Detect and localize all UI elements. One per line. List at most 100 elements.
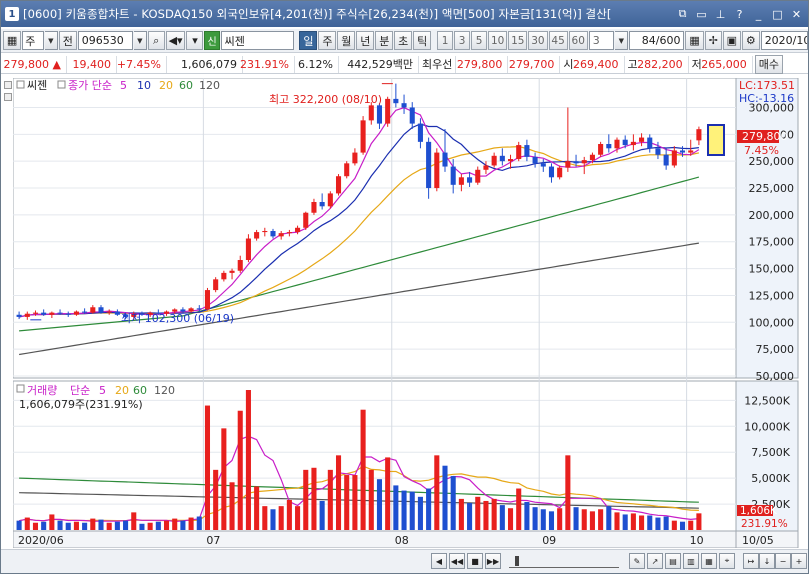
candle-body[interactable]: [286, 232, 292, 234]
candle-body[interactable]: [639, 137, 645, 142]
volume-bar[interactable]: [540, 509, 546, 530]
stock-name-field[interactable]: 씨젠: [220, 31, 294, 50]
candle-body[interactable]: [458, 177, 464, 185]
interval-button[interactable]: 1: [437, 31, 454, 50]
candle-body[interactable]: [106, 311, 112, 313]
interval-button[interactable]: 3: [454, 31, 471, 50]
candle-body[interactable]: [671, 150, 677, 166]
candle-body[interactable]: [204, 290, 211, 310]
candle-body[interactable]: [90, 307, 96, 313]
cursor-tool-icon[interactable]: ⌖: [719, 553, 735, 569]
volume-ma-prefix[interactable]: 단순: [70, 384, 90, 397]
volume-legend-name[interactable]: 거래량: [27, 384, 57, 397]
candle-body[interactable]: [376, 105, 383, 124]
volume-bar[interactable]: [188, 517, 194, 530]
candle-body[interactable]: [262, 231, 268, 233]
ma10-legend[interactable]: 10: [137, 79, 151, 92]
ma-legend-prefix[interactable]: 종가 단순: [68, 79, 112, 92]
volume-bar[interactable]: [548, 511, 555, 530]
layout-grid-icon[interactable]: ▦: [3, 31, 22, 50]
volume-bar[interactable]: [458, 498, 464, 530]
zoom-in-icon[interactable]: +: [791, 553, 807, 569]
vol-ma5-legend[interactable]: 5: [99, 384, 106, 397]
candle-body[interactable]: [565, 161, 571, 168]
fast-forward-icon[interactable]: ▶▶: [485, 553, 501, 569]
volume-bar[interactable]: [270, 509, 276, 530]
volume-bar[interactable]: [557, 508, 563, 530]
candle-body[interactable]: [237, 260, 243, 271]
buy-button[interactable]: 매수: [754, 54, 783, 74]
candle-body[interactable]: [450, 166, 456, 185]
volume-bar[interactable]: [467, 503, 473, 530]
volume-bar[interactable]: [516, 488, 522, 530]
date-input[interactable]: 2020/10: [760, 31, 808, 50]
candle-body[interactable]: [368, 105, 374, 121]
selection-box[interactable]: [707, 124, 725, 156]
candle-body[interactable]: [401, 103, 407, 108]
line-tool-icon[interactable]: ↗: [647, 553, 663, 569]
candle-body[interactable]: [114, 311, 120, 315]
volume-bar[interactable]: [606, 506, 612, 530]
volume-bar[interactable]: [82, 522, 88, 530]
scroll-down-icon[interactable]: ↓: [759, 553, 775, 569]
volume-bar[interactable]: [196, 516, 202, 530]
ma60-legend[interactable]: 60: [179, 79, 193, 92]
volume-bar[interactable]: [204, 405, 211, 530]
candle-body[interactable]: [630, 141, 636, 146]
window-number-badge[interactable]: 1: [5, 7, 19, 21]
candle-body[interactable]: [491, 155, 497, 166]
scroll-end-icon[interactable]: ↦: [743, 553, 759, 569]
window-list-icon[interactable]: ▭: [694, 7, 709, 22]
volume-bar[interactable]: [401, 490, 407, 530]
volume-bar[interactable]: [475, 496, 481, 530]
stock-code-input[interactable]: 096530: [77, 31, 133, 50]
candle-body[interactable]: [507, 159, 514, 162]
zoom-out-icon[interactable]: −: [775, 553, 791, 569]
volume-bar[interactable]: [237, 410, 243, 530]
candle-body[interactable]: [499, 155, 505, 162]
candle-body[interactable]: [65, 313, 71, 315]
candle-body[interactable]: [663, 154, 669, 166]
pin-icon[interactable]: ⊥: [713, 7, 728, 22]
candle-body[interactable]: [598, 144, 604, 155]
candle-body[interactable]: [82, 311, 88, 313]
grid-toggle-icon[interactable]: ▦: [685, 31, 704, 50]
candle-body[interactable]: [614, 139, 620, 149]
search-icon[interactable]: ⌕: [147, 31, 165, 50]
period-button-year[interactable]: 년: [356, 31, 375, 50]
candle-body[interactable]: [540, 163, 546, 167]
interval-button[interactable]: 45: [548, 31, 568, 50]
volume-bar[interactable]: [532, 507, 538, 530]
period-button-week[interactable]: 주: [318, 31, 337, 50]
candle-body[interactable]: [483, 165, 489, 170]
candle-body[interactable]: [73, 311, 79, 315]
candle-body[interactable]: [548, 166, 555, 178]
volume-bar[interactable]: [295, 506, 301, 530]
candle-body[interactable]: [303, 212, 309, 228]
volume-bar[interactable]: [114, 521, 120, 530]
volume-bar[interactable]: [524, 502, 530, 530]
volume-bar[interactable]: [245, 390, 251, 530]
volume-bar[interactable]: [589, 511, 595, 530]
stop-icon[interactable]: ■: [467, 553, 483, 569]
volume-bar[interactable]: [647, 515, 653, 530]
candle-body[interactable]: [229, 270, 235, 273]
chevron-down-icon[interactable]: ▼: [615, 31, 629, 50]
volume-bar[interactable]: [671, 520, 677, 530]
volume-bar[interactable]: [286, 499, 292, 530]
candle-body[interactable]: [442, 152, 448, 167]
period-button-month[interactable]: 월: [337, 31, 356, 50]
volume-bar[interactable]: [57, 520, 63, 530]
help-icon[interactable]: ?: [732, 7, 747, 22]
candle-body[interactable]: [516, 145, 522, 160]
link-icon[interactable]: ⧉: [675, 7, 690, 22]
candle-body[interactable]: [475, 169, 481, 183]
candle-body[interactable]: [295, 227, 301, 233]
volume-bar[interactable]: [581, 509, 587, 530]
candle-body[interactable]: [532, 156, 538, 164]
rewind-icon[interactable]: ◀◀: [449, 553, 465, 569]
ma120-legend[interactable]: 120: [199, 79, 220, 92]
close-icon[interactable]: ✕: [789, 7, 804, 22]
candle-body[interactable]: [270, 231, 276, 237]
volume-bar[interactable]: [360, 409, 366, 530]
